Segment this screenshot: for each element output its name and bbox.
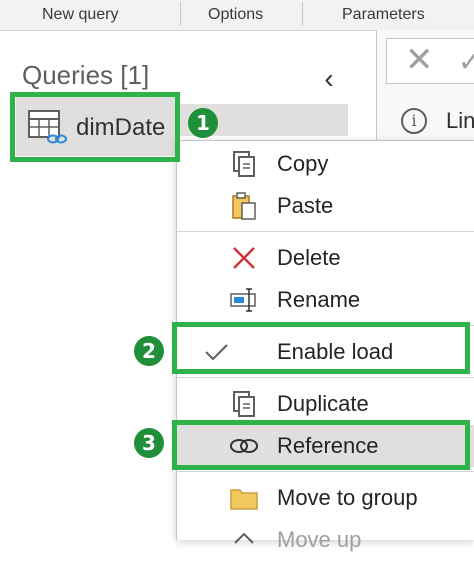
folder-icon <box>230 489 258 510</box>
menu-divider <box>177 377 474 378</box>
delete-icon <box>233 247 255 269</box>
menu-item-label: Copy <box>277 151 329 176</box>
callout-badge-2: 2 <box>134 336 164 366</box>
menu-item-label: Move to group <box>277 485 418 510</box>
callout-badge-1: 1 <box>188 108 218 138</box>
duplicate-icon <box>233 391 255 417</box>
paste-icon <box>232 192 256 220</box>
menu-item-label: Paste <box>277 193 334 218</box>
info-icon: i <box>401 108 427 134</box>
menu-item-label: Delete <box>277 245 341 270</box>
menu-item-duplicate[interactable]: Duplicate <box>177 383 474 425</box>
menu-item-move-up[interactable]: Move up <box>177 519 474 561</box>
info-text: Lin <box>446 108 474 133</box>
menu-item-copy[interactable]: Copy <box>177 143 474 185</box>
menu-item-delete[interactable]: Delete <box>177 237 474 279</box>
collapse-pane-button[interactable]: ‹ <box>316 64 342 94</box>
menu-item-label: Move up <box>277 527 362 552</box>
callout-box-enable-load <box>172 322 470 374</box>
ribbon-group-labels: New query Options Parameters <box>0 0 474 31</box>
menu-item-label: Duplicate <box>277 391 369 416</box>
menu-item-paste[interactable]: Paste <box>177 185 474 227</box>
ribbon-separator <box>302 2 303 26</box>
chevron-up-icon <box>234 532 254 544</box>
callout-box-reference <box>172 420 470 470</box>
copy-icon <box>233 151 255 177</box>
callout-box-query <box>10 92 180 162</box>
menu-divider <box>177 231 474 232</box>
menu-item-move-to-group[interactable]: Move to group <box>177 477 474 519</box>
cancel-icon[interactable]: ✕ <box>405 42 434 78</box>
menu-item-rename[interactable]: Rename <box>177 279 474 321</box>
ribbon-group-parameters: Parameters <box>342 6 425 23</box>
menu-divider <box>177 471 474 472</box>
rename-icon <box>230 288 256 312</box>
menu-item-label: Rename <box>277 287 361 312</box>
ribbon-group-options: Options <box>208 6 264 23</box>
commit-icon[interactable]: ✓ <box>458 44 474 80</box>
ribbon-separator <box>180 2 181 26</box>
queries-pane-title: Queries [1] <box>22 60 150 90</box>
callout-badge-3: 3 <box>134 428 164 458</box>
ribbon-group-new-query: New query <box>42 6 119 23</box>
